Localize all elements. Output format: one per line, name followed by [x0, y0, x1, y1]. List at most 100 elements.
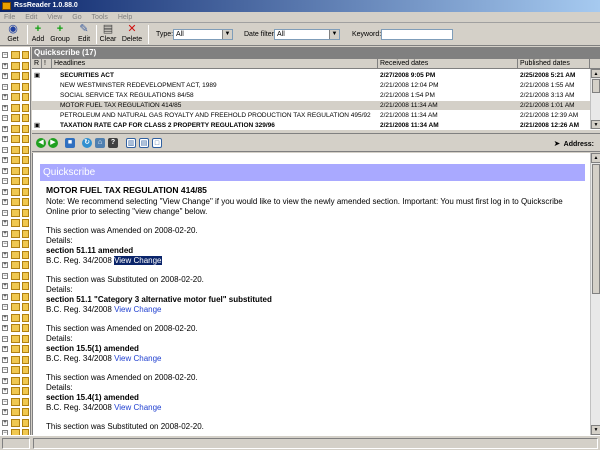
view-change-link[interactable]: View Change: [114, 305, 161, 314]
tree-item[interactable]: +: [0, 197, 30, 207]
type-select[interactable]: All ▼: [173, 29, 233, 40]
menu-file[interactable]: File: [0, 12, 19, 23]
column-received[interactable]: Received dates: [378, 59, 518, 69]
edit-button[interactable]: ✎ Edit: [76, 24, 92, 45]
tree-item[interactable]: +: [0, 313, 30, 323]
expand-icon[interactable]: +: [2, 104, 8, 111]
menu-edit[interactable]: Edit: [21, 12, 41, 23]
expand-icon[interactable]: +: [2, 220, 8, 226]
tree-item[interactable]: +: [0, 134, 30, 144]
help-icon[interactable]: ?: [108, 138, 118, 148]
table-row[interactable]: PETROLEUM AND NATURAL GAS ROYALTY AND FR…: [32, 111, 590, 120]
table-row-selected[interactable]: MOTOR FUEL TAX REGULATION 414/85 2/21/20…: [32, 101, 590, 110]
get-button[interactable]: ◉ Get: [2, 24, 24, 45]
clear-button[interactable]: ▤ Clear: [99, 24, 117, 45]
expand-icon[interactable]: +: [2, 167, 8, 174]
expand-icon[interactable]: −: [2, 398, 8, 405]
tree-item[interactable]: +: [0, 407, 30, 417]
view-change-link[interactable]: View Change: [114, 403, 161, 412]
menu-help[interactable]: Help: [114, 12, 136, 23]
home-icon[interactable]: ⌂: [95, 138, 105, 148]
grid-scrollbar[interactable]: ▲ ▼: [590, 69, 600, 129]
tree-item[interactable]: +: [0, 281, 30, 291]
tree-item[interactable]: −: [0, 397, 30, 407]
tree-item[interactable]: −: [0, 50, 30, 60]
column-flag[interactable]: !: [42, 59, 52, 69]
tree-item[interactable]: −: [0, 176, 30, 186]
back-icon[interactable]: ◀: [36, 138, 46, 148]
expand-icon[interactable]: +: [2, 377, 8, 384]
delete-button[interactable]: ✕ Delete: [120, 24, 144, 45]
expand-icon[interactable]: −: [2, 178, 8, 184]
tree-item[interactable]: −: [0, 82, 30, 92]
article-scrollbar[interactable]: ▲ ▼: [590, 153, 600, 435]
expand-icon[interactable]: +: [2, 251, 8, 258]
layout-single-icon[interactable]: □: [152, 138, 162, 148]
expand-icon[interactable]: +: [2, 136, 8, 142]
expand-icon[interactable]: +: [2, 293, 8, 300]
tree-item[interactable]: +: [0, 229, 30, 239]
scroll-down-icon[interactable]: ▼: [591, 120, 600, 129]
scroll-thumb[interactable]: [592, 164, 600, 294]
tree-item[interactable]: −: [0, 208, 30, 218]
tree-item[interactable]: −: [0, 428, 30, 435]
tree-item[interactable]: +: [0, 344, 30, 354]
column-published[interactable]: Published dates: [518, 59, 590, 69]
chevron-down-icon[interactable]: ▼: [222, 30, 232, 39]
scroll-down-icon[interactable]: ▼: [591, 425, 600, 435]
expand-icon[interactable]: +: [2, 125, 8, 132]
tree-item[interactable]: −: [0, 365, 30, 375]
menu-view[interactable]: View: [43, 12, 66, 23]
expand-icon[interactable]: +: [2, 62, 8, 69]
stop-icon[interactable]: ■: [65, 138, 75, 148]
tree-item[interactable]: −: [0, 302, 30, 312]
tree-item[interactable]: +: [0, 260, 30, 270]
tree-item[interactable]: +: [0, 155, 30, 165]
expand-icon[interactable]: −: [2, 209, 8, 216]
layout-vertical-icon[interactable]: ▤: [139, 138, 149, 148]
menu-tools[interactable]: Tools: [88, 12, 112, 23]
tree-item[interactable]: +: [0, 292, 30, 302]
expand-icon[interactable]: −: [2, 83, 8, 90]
expand-icon[interactable]: +: [2, 346, 8, 352]
expand-icon[interactable]: +: [2, 157, 8, 163]
forward-icon[interactable]: ▶: [48, 138, 58, 148]
expand-icon[interactable]: +: [2, 409, 8, 415]
tree-item[interactable]: +: [0, 250, 30, 260]
tree-item[interactable]: +: [0, 355, 30, 365]
expand-icon[interactable]: −: [2, 367, 8, 373]
tree-item[interactable]: −: [0, 145, 30, 155]
view-change-link[interactable]: View Change: [114, 256, 162, 265]
tree-item[interactable]: +: [0, 92, 30, 102]
expand-icon[interactable]: +: [2, 230, 8, 237]
expand-icon[interactable]: +: [2, 262, 8, 268]
expand-icon[interactable]: +: [2, 419, 8, 426]
layout-horizontal-icon[interactable]: ▥: [126, 138, 136, 148]
expand-icon[interactable]: +: [2, 388, 8, 394]
expand-icon[interactable]: −: [2, 335, 8, 342]
expand-icon[interactable]: −: [2, 241, 8, 247]
expand-icon[interactable]: −: [2, 272, 8, 279]
expand-icon[interactable]: −: [2, 146, 8, 153]
table-row[interactable]: SOCIAL SERVICE TAX REGULATIONS 84/58 2/2…: [32, 91, 590, 100]
expand-icon[interactable]: +: [2, 356, 8, 363]
scroll-up-icon[interactable]: ▲: [591, 153, 600, 163]
tree-item[interactable]: +: [0, 61, 30, 71]
add-button[interactable]: + Add: [30, 24, 46, 45]
tree-item[interactable]: −: [0, 113, 30, 123]
expand-icon[interactable]: +: [2, 325, 8, 331]
tree-item[interactable]: +: [0, 124, 30, 134]
date-filter-select[interactable]: All ▼: [274, 29, 340, 40]
scroll-up-icon[interactable]: ▲: [591, 69, 600, 78]
add-group-button[interactable]: + Group: [49, 24, 71, 45]
expand-icon[interactable]: −: [2, 52, 8, 58]
chevron-down-icon[interactable]: ▼: [329, 30, 339, 39]
expand-icon[interactable]: +: [2, 314, 8, 321]
menu-go[interactable]: Go: [68, 12, 85, 23]
tree-item[interactable]: +: [0, 418, 30, 428]
tree-item[interactable]: −: [0, 334, 30, 344]
tree-item[interactable]: −: [0, 271, 30, 281]
tree-item[interactable]: +: [0, 323, 30, 333]
tree-item[interactable]: +: [0, 376, 30, 386]
tree-item[interactable]: +: [0, 218, 30, 228]
